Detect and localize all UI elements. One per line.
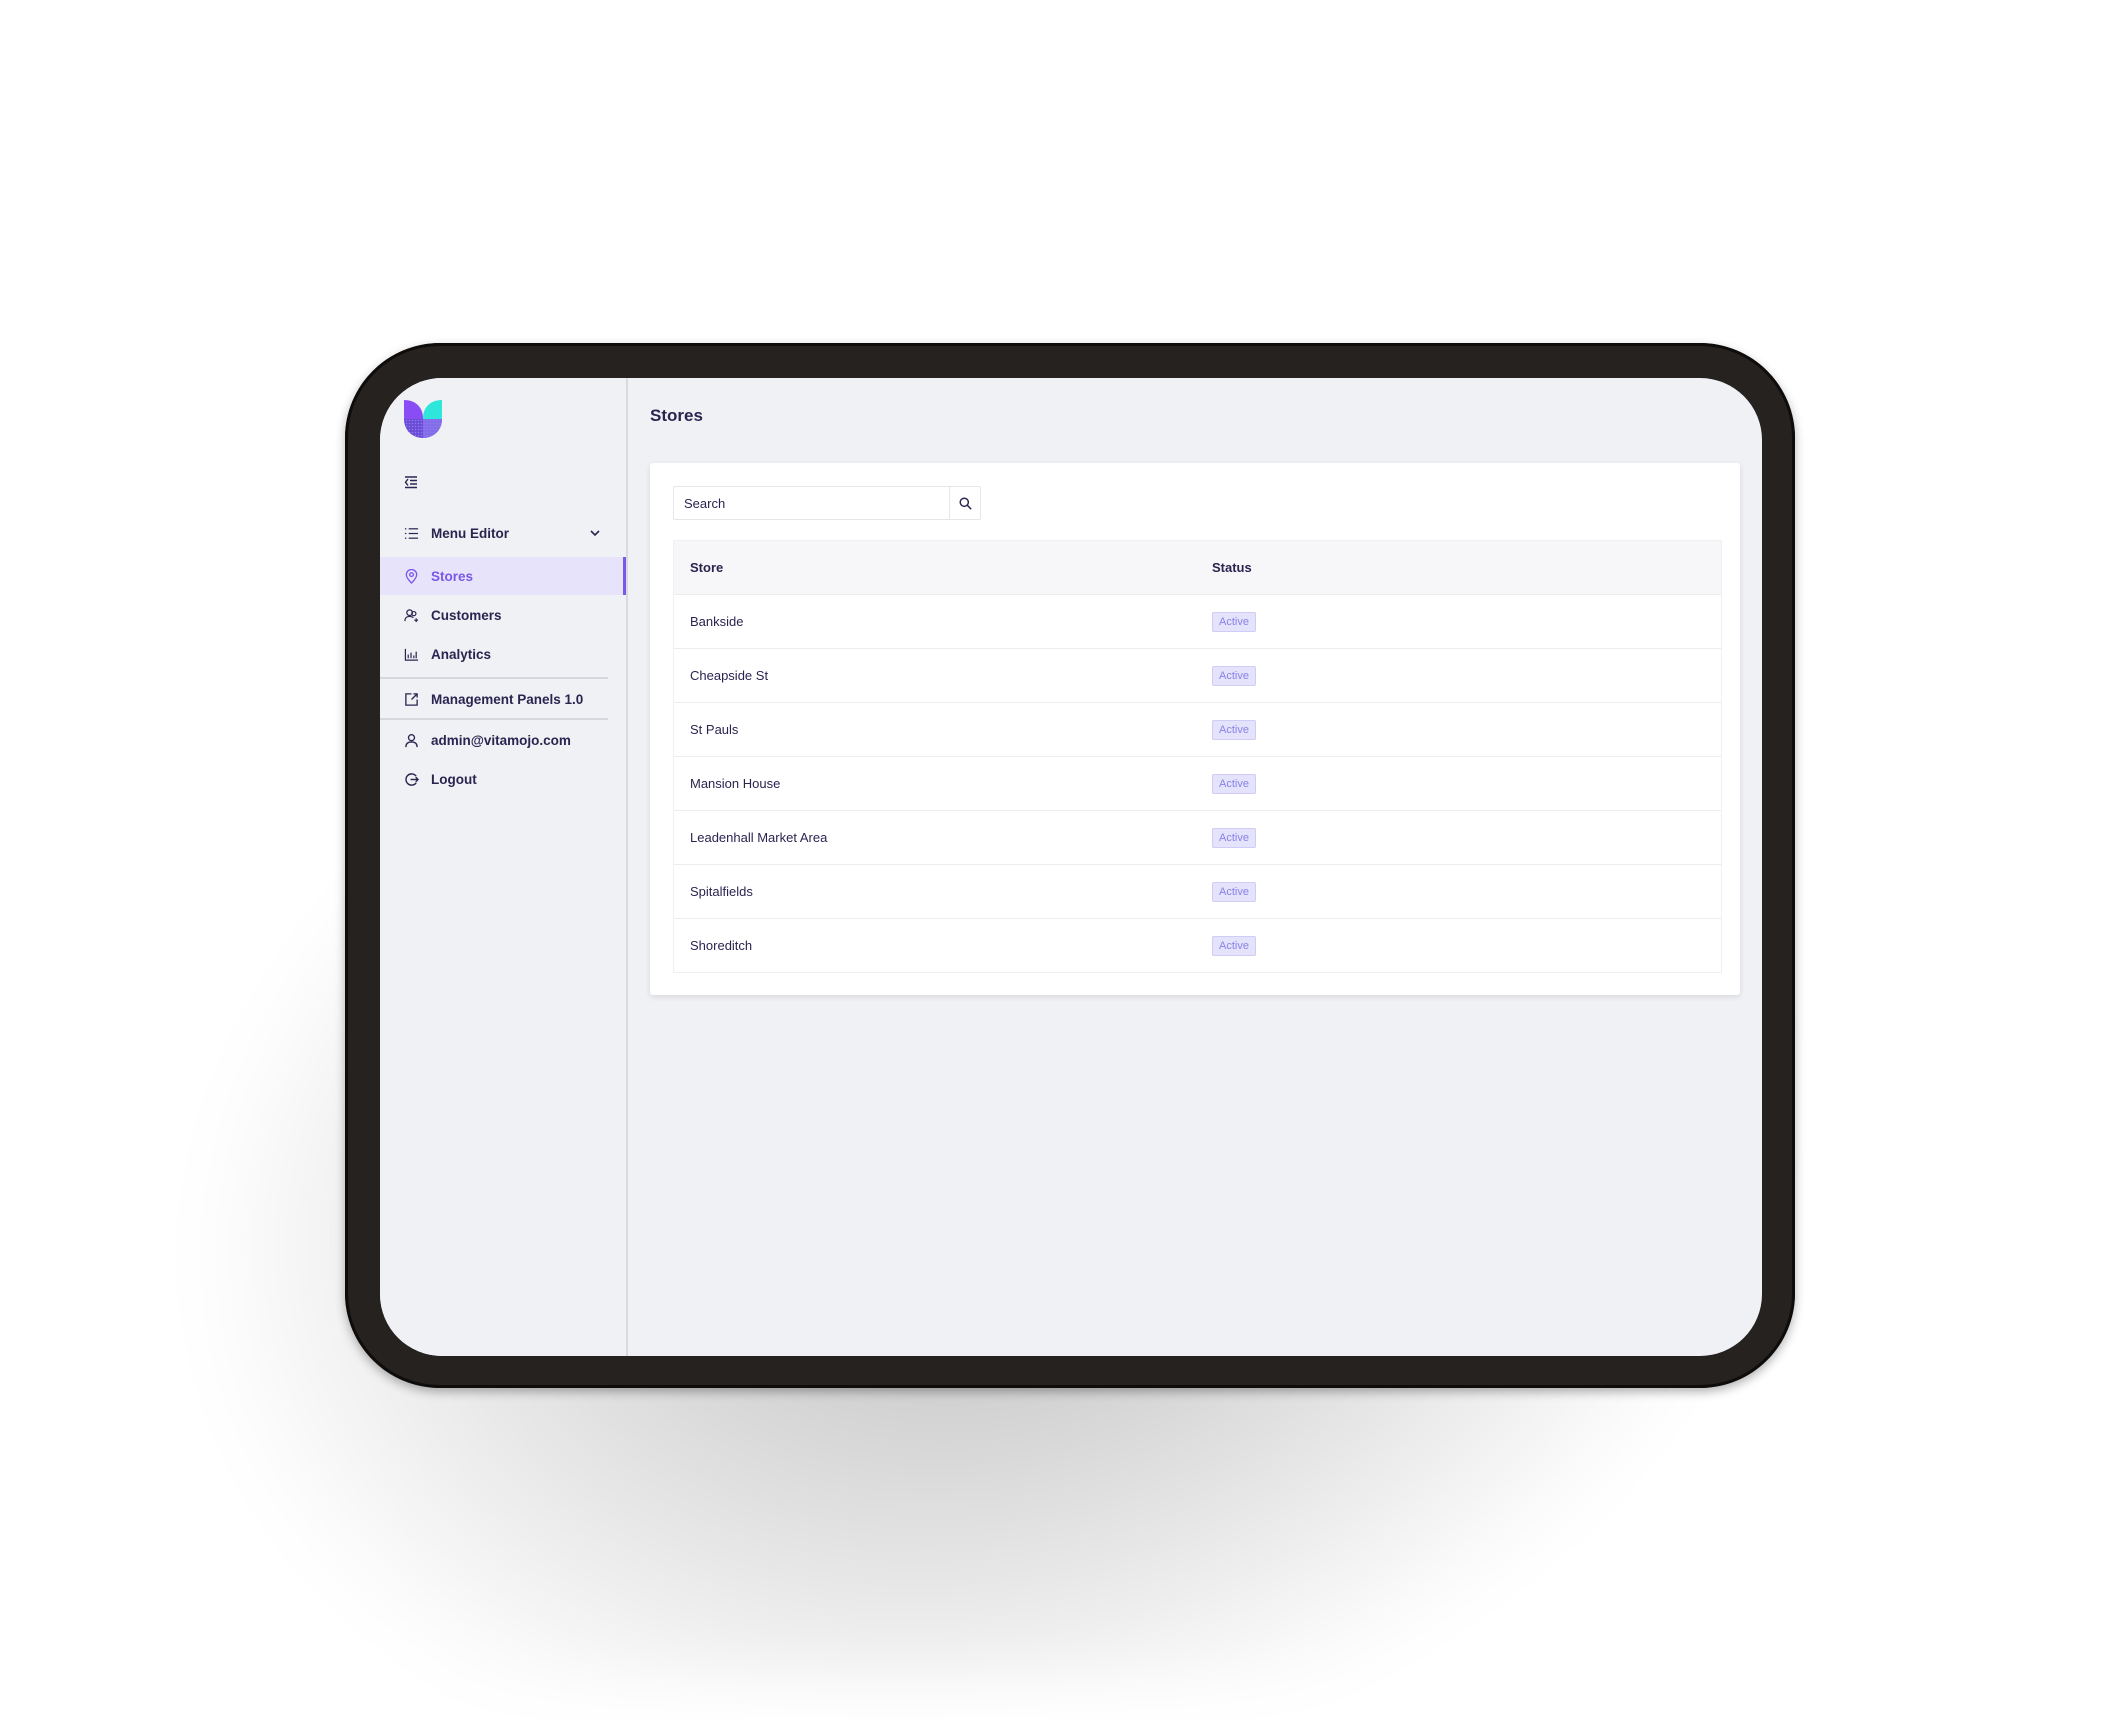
table-row[interactable]: Bankside Active [674, 595, 1721, 649]
chevron-down-icon[interactable] [588, 526, 602, 540]
bar-chart-icon [403, 646, 419, 662]
sidebar-divider [380, 677, 608, 679]
status-badge: Active [1212, 665, 1256, 686]
sidebar-item-label: admin@vitamojo.com [431, 732, 571, 748]
users-icon [403, 607, 419, 623]
sidebar: Menu Editor Stores Customers Analytics M… [380, 378, 628, 1356]
status-badge: Active [1212, 719, 1256, 740]
external-link-icon [403, 691, 419, 707]
status-badge: Active [1212, 773, 1256, 794]
sidebar-item-label: Analytics [431, 646, 492, 662]
status-cell: Active [1212, 665, 1721, 686]
status-cell: Active [1212, 881, 1721, 902]
store-name[interactable]: Leadenhall Market Area [674, 830, 1212, 845]
status-cell: Active [1212, 611, 1721, 632]
sidebar-item-label: Stores [431, 568, 474, 584]
status-badge: Active [1212, 827, 1256, 848]
search-button[interactable] [949, 487, 980, 519]
status-badge: Active [1212, 881, 1256, 902]
search-input[interactable] [674, 487, 949, 519]
store-name[interactable]: Shoreditch [674, 938, 1212, 953]
store-name[interactable]: Cheapside St [674, 668, 1212, 683]
sidebar-item-account[interactable]: admin@vitamojo.com [380, 721, 624, 759]
list-icon [403, 525, 419, 541]
stores-card: Store Status BanksideActiveCheapside StA… [650, 463, 1740, 995]
store-name[interactable]: Spitalfields [674, 884, 1212, 899]
sidebar-item-label: Menu Editor [431, 525, 509, 541]
sidebar-item-customers[interactable]: Customers [380, 596, 624, 634]
sidebar-divider [380, 718, 608, 720]
table-row[interactable]: Leadenhall Market Area Active [674, 811, 1721, 865]
search-icon [958, 496, 972, 510]
sidebar-item-logout[interactable]: Logout [380, 760, 624, 798]
status-cell: Active [1212, 773, 1721, 794]
location-pin-icon [403, 568, 419, 584]
page-title: Stores [650, 406, 703, 425]
stores-table: Store Status Bankside Active Cheapside St A… [673, 540, 1722, 973]
table-row[interactable]: Shoreditch Active [674, 919, 1721, 972]
sidebar-item-analytics[interactable]: Analytics [380, 635, 624, 673]
status-cell: Active [1212, 935, 1721, 956]
sidebar-item-stores[interactable]: Stores [380, 557, 626, 595]
vitamojo-logo-icon[interactable] [402, 398, 444, 440]
sidebar-item-label: Management Panels 1.0 [431, 691, 584, 707]
sidebar-item-management-panels[interactable]: Management Panels 1.0 [380, 680, 624, 718]
table-row[interactable]: Spitalfields Active [674, 865, 1721, 919]
collapse-menu-icon[interactable] [403, 474, 419, 490]
status-cell: Active [1212, 719, 1721, 740]
table-row[interactable]: Mansion House Active [674, 757, 1721, 811]
sidebar-item-label: Customers [431, 607, 502, 623]
store-name[interactable]: Mansion House [674, 776, 1212, 791]
status-badge: Active [1212, 935, 1256, 956]
search-field [673, 486, 981, 520]
user-icon [403, 732, 419, 748]
sidebar-item-label: Logout [431, 771, 477, 787]
column-header-store[interactable]: Store [674, 560, 1212, 575]
table-row[interactable]: St Pauls Active [674, 703, 1721, 757]
status-cell: Active [1212, 827, 1721, 848]
store-name[interactable]: Bankside [674, 614, 1212, 629]
table-row[interactable]: Cheapside St Active [674, 649, 1721, 703]
sidebar-item-menu-editor[interactable]: Menu Editor [380, 514, 624, 552]
store-name[interactable]: St Pauls [674, 722, 1212, 737]
logout-icon [403, 771, 419, 787]
main-content: Stores Store Status BanksideActive [628, 378, 1762, 1356]
table-header-row: Store Status [674, 541, 1721, 595]
column-header-status[interactable]: Status [1212, 560, 1721, 575]
app-screen: Menu Editor Stores Customers Analytics M… [380, 378, 1762, 1356]
tablet-frame: Menu Editor Stores Customers Analytics M… [345, 343, 1795, 1388]
status-badge: Active [1212, 611, 1256, 632]
